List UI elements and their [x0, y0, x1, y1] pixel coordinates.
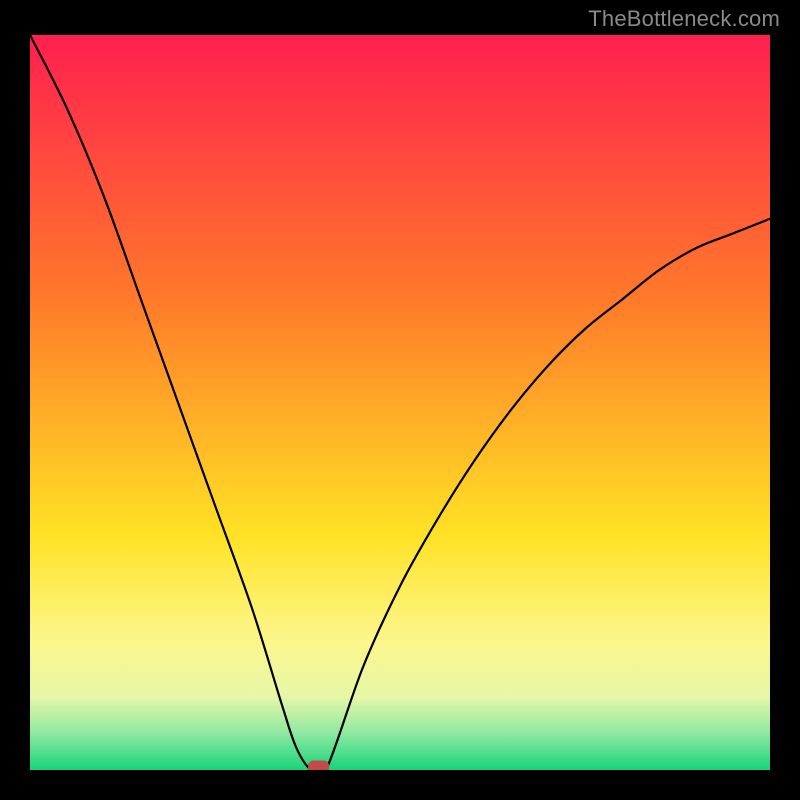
bottleneck-curve: [30, 35, 770, 770]
chart-svg: [30, 35, 770, 770]
plot-area: [30, 35, 770, 770]
chart-frame: TheBottleneck.com: [0, 0, 800, 800]
minimum-marker: [309, 761, 329, 770]
watermark-text: TheBottleneck.com: [588, 6, 780, 32]
